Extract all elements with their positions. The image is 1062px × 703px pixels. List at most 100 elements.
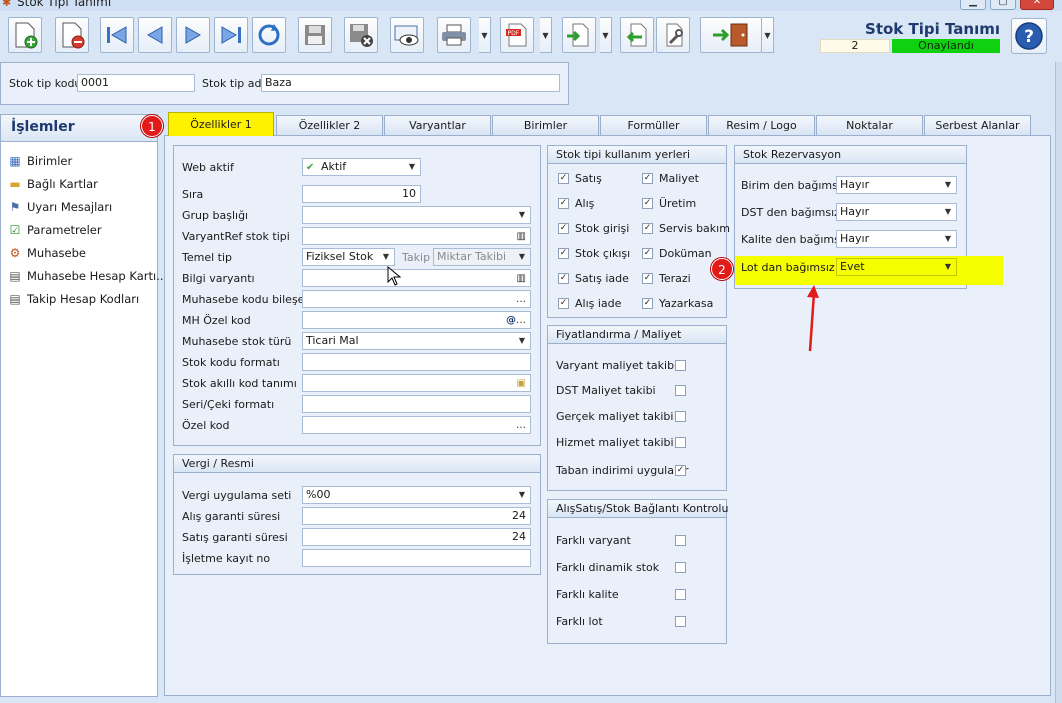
preview-button[interactable] [390, 17, 424, 53]
tax-set-select[interactable]: %00 ▼ [302, 486, 531, 504]
back-button[interactable] [620, 17, 654, 53]
variantref-input[interactable]: ▥ [302, 227, 531, 245]
previous-record-button[interactable] [138, 17, 172, 53]
refresh-button[interactable] [252, 17, 286, 53]
tab-resim-logo[interactable]: Resim / Logo [708, 115, 815, 135]
special-code-input[interactable]: … [302, 416, 531, 434]
usage-checkbox-satis-iade[interactable] [558, 273, 569, 284]
lookup-icon: ▥ [516, 273, 526, 284]
info-variant-input[interactable]: ▥ [302, 269, 531, 287]
lot-independent-select[interactable]: Evet ▼ [836, 258, 957, 276]
different-dynamic-stock-checkbox[interactable] [675, 562, 686, 573]
sidebar-item-muhasebe-hesap-karti[interactable]: ▤ Muhasebe Hesap Kartı... [7, 267, 167, 285]
dst-independent-select[interactable]: Hayır ▼ [836, 203, 957, 221]
accounting-code-component-input[interactable]: … [302, 290, 531, 308]
different-quality-checkbox[interactable] [675, 589, 686, 600]
pricing-group-title: Fiyatlandırma / Maliyet [548, 326, 726, 344]
usage-checkbox-satis[interactable] [558, 173, 569, 184]
new-record-button[interactable] [8, 17, 42, 53]
dst-independent-label: DST den bağımsız [741, 206, 840, 219]
usage-checkbox-maliyet[interactable] [642, 173, 653, 184]
usage-checkbox-alis[interactable] [558, 198, 569, 209]
usage-checkbox-stok-girisi[interactable] [558, 223, 569, 234]
order-input[interactable]: 10 [302, 185, 421, 203]
tools-button[interactable] [656, 17, 690, 53]
stock-code-format-input[interactable] [302, 353, 531, 371]
smart-code-input[interactable]: ▣ [302, 374, 531, 392]
tab-birimler[interactable]: Birimler [492, 115, 599, 135]
tab-ozellikler-1[interactable]: Özellikler 1 [168, 112, 274, 136]
serial-format-input[interactable] [302, 395, 531, 413]
stock-type-code-input[interactable]: 0001 [77, 74, 195, 92]
checkmark-icon: ✔ [306, 162, 315, 173]
variant-cost-checkbox[interactable] [675, 360, 686, 371]
tracking-select[interactable]: Miktar Takibi ▼ [433, 248, 531, 266]
group-title-select[interactable]: ▼ [302, 206, 531, 224]
quality-independent-select[interactable]: Hayır ▼ [836, 230, 957, 248]
usage-checkbox-alis-iade[interactable] [558, 298, 569, 309]
sidebar-item-uyari-mesajlari[interactable]: ⚑ Uyarı Mesajları [7, 198, 113, 216]
business-registration-input[interactable] [302, 549, 531, 567]
maximize-button[interactable]: ▢ [990, 0, 1016, 10]
scrollbar[interactable] [1055, 62, 1062, 703]
print-button[interactable] [437, 17, 471, 53]
save-button[interactable] [298, 17, 332, 53]
usage-checkbox-yazarkasa[interactable] [642, 298, 653, 309]
properties-group: Web aktif ✔ Aktif ▼ Sıra 10 Grup başlığı… [173, 145, 541, 446]
sidebar-item-bagli-kartlar[interactable]: ▬ Bağlı Kartlar [7, 175, 98, 193]
base-type-select[interactable]: Fiziksel Stok ▼ [302, 248, 395, 266]
tab-varyantlar[interactable]: Varyantlar [384, 115, 491, 135]
usage-checkbox-uretim[interactable] [642, 198, 653, 209]
tab-ozellikler-2[interactable]: Özellikler 2 [276, 115, 383, 135]
tab-serbest-alanlar[interactable]: Serbest Alanlar [924, 115, 1031, 135]
print-dropdown[interactable]: ▼ [479, 17, 491, 53]
last-record-button[interactable] [214, 17, 248, 53]
different-variant-checkbox[interactable] [675, 535, 686, 546]
accounting-stock-type-select[interactable]: Ticari Mal ▼ [302, 332, 531, 350]
sales-warranty-input[interactable]: 24 [302, 528, 531, 546]
folder-icon: ▬ [9, 177, 21, 191]
first-record-button[interactable] [100, 17, 134, 53]
unit-independent-label: Birim den bağımsız [741, 179, 847, 192]
unit-independent-select[interactable]: Hayır ▼ [836, 176, 957, 194]
pricing-label: Gerçek maliyet takibi [556, 410, 674, 423]
mh-special-code-input[interactable]: @… [302, 311, 531, 329]
service-cost-checkbox[interactable] [675, 437, 686, 448]
usage-checkbox-dokuman[interactable] [642, 248, 653, 259]
real-cost-checkbox[interactable] [675, 411, 686, 422]
window-titlebar: ✱ Stok Tipi Tanımı ▁ ▢ ✕ [0, 0, 1062, 11]
help-button[interactable]: ? [1011, 18, 1047, 54]
pdf-dropdown[interactable]: ▼ [540, 17, 552, 53]
usage-checkbox-terazi[interactable] [642, 273, 653, 284]
different-lot-checkbox[interactable] [675, 616, 686, 627]
import-button[interactable] [562, 17, 596, 53]
sidebar-item-parametreler[interactable]: ☑ Parametreler [7, 221, 102, 239]
sidebar-item-muhasebe[interactable]: ⚙ Muhasebe [7, 244, 86, 262]
delete-record-button[interactable] [55, 17, 89, 53]
printer-icon [442, 24, 466, 46]
next-record-button[interactable] [176, 17, 210, 53]
link-control-label: Farklı lot [556, 615, 603, 628]
sidebar-item-birimler[interactable]: ▦ Birimler [7, 152, 72, 170]
exit-button[interactable] [700, 17, 762, 53]
close-window-button[interactable]: ✕ [1020, 0, 1054, 10]
purchase-warranty-input[interactable]: 24 [302, 507, 531, 525]
usage-checkbox-servis-bakim[interactable] [642, 223, 653, 234]
usage-label: Servis bakım [659, 222, 730, 235]
tab-noktalar[interactable]: Noktalar [816, 115, 923, 135]
usage-checkbox-stok-cikisi[interactable] [558, 248, 569, 259]
tab-formuller[interactable]: Formüller [600, 115, 707, 135]
web-active-select[interactable]: ✔ Aktif ▼ [302, 158, 421, 176]
link-control-label: Farklı varyant [556, 534, 631, 547]
import-dropdown[interactable]: ▼ [600, 17, 612, 53]
cancel-save-button[interactable] [344, 17, 378, 53]
tax-group: Vergi / Resmi Vergi uygulama seti %00 ▼ A… [173, 454, 541, 575]
stock-type-name-input[interactable]: Baza [261, 74, 560, 92]
sidebar-item-takip-hesap-kodlari[interactable]: ▤ Takip Hesap Kodları [7, 290, 139, 308]
lock-icon: ▣ [516, 378, 526, 389]
export-pdf-button[interactable]: PDF [500, 17, 534, 53]
base-discount-checkbox[interactable] [675, 465, 686, 476]
minimize-button[interactable]: ▁ [960, 0, 986, 10]
exit-dropdown[interactable]: ▼ [762, 17, 774, 53]
dst-cost-checkbox[interactable] [675, 385, 686, 396]
